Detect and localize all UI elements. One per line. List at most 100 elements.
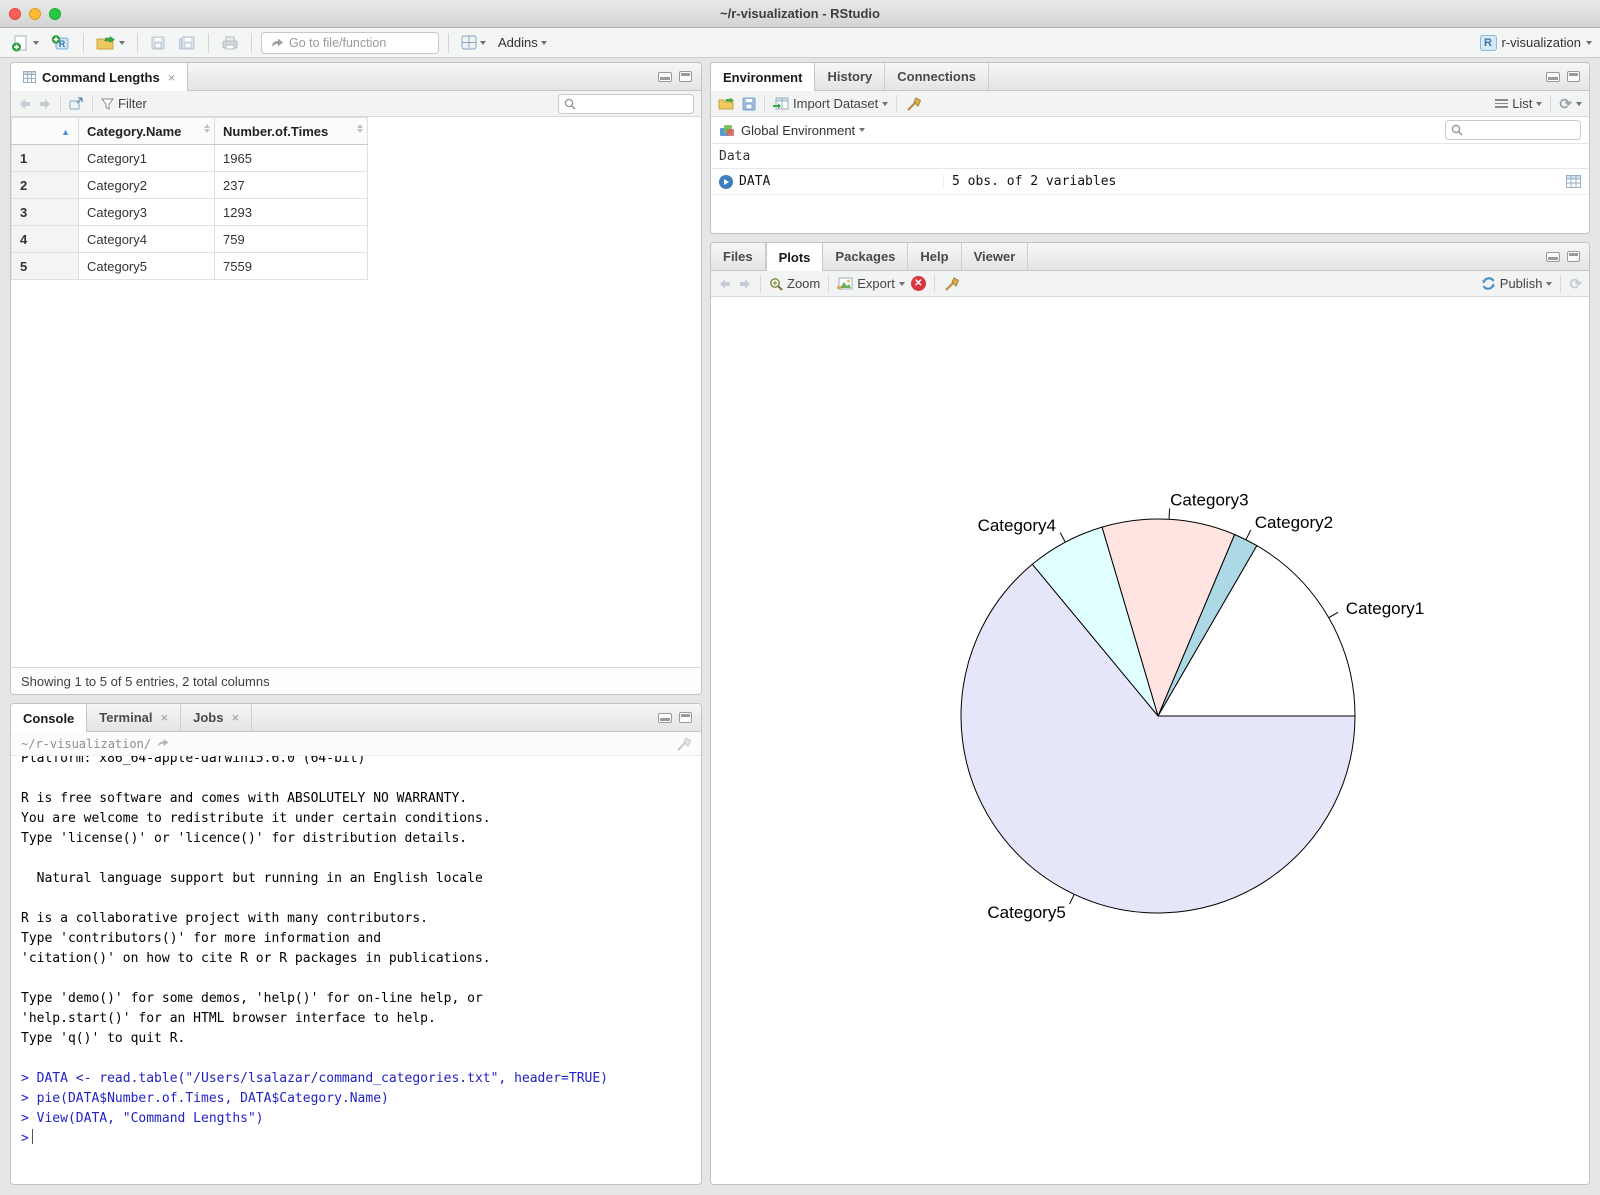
save-all-button[interactable] [175,33,199,53]
data-viewer-search-input[interactable] [580,96,688,111]
minimize-pane-icon[interactable] [658,712,672,723]
tab-packages[interactable]: Packages [823,243,909,270]
goto-file-search[interactable] [261,31,439,54]
console-output-line: R is a collaborative project with many c… [21,911,428,926]
console-output[interactable]: Platform: x86_64-apple-darwin15.6.0 (64-… [11,756,701,1184]
tab-history[interactable]: History [815,63,886,90]
plot-area: Category1 Category2 Category3 Category4 Cate… [711,297,1589,1184]
import-dataset-button[interactable]: Import Dataset [773,96,889,111]
plots-toolbar: Zoom Export ✕ Publish ⟳ [711,271,1589,297]
save-workspace-button[interactable] [742,97,756,111]
tab-viewer[interactable]: Viewer [962,243,1029,270]
table-row[interactable]: 4 Category4 759 [11,225,368,253]
tab-connections[interactable]: Connections [885,63,989,90]
table-row[interactable]: 1 Category1 1965 [11,144,368,172]
close-tab-icon[interactable]: × [231,710,239,725]
popout-window-button[interactable] [69,97,84,110]
print-button[interactable] [218,33,242,53]
left-column: Command Lengths × Filter ▲ Category.Name… [10,62,702,1185]
data-table-icon [23,71,36,83]
column-header-category-name[interactable]: Category.Name [78,117,215,145]
project-caret-icon [1586,40,1592,45]
table-row[interactable]: 2 Category2 237 [11,171,368,199]
refresh-caret-icon [1576,101,1582,106]
new-file-icon [12,35,27,51]
clear-plots-broom-icon[interactable] [943,276,959,291]
data-viewer-search[interactable] [558,93,694,114]
open-file-button[interactable] [93,33,128,53]
previous-plot-button[interactable] [718,278,732,290]
tab-plots[interactable]: Plots [765,243,824,271]
table-header-row: ▲ Category.Name Number.of.Times [11,117,368,145]
view-data-icon[interactable] [1566,175,1581,188]
environment-scope-button[interactable]: Global Environment [741,123,866,138]
tab-command-lengths[interactable]: Command Lengths × [11,63,189,91]
maximize-pane-icon[interactable] [679,712,692,723]
save-button[interactable] [147,33,169,53]
environment-search[interactable] [1445,120,1581,140]
project-label: r-visualization [1501,35,1581,50]
back-button[interactable] [18,98,32,110]
clear-environment-broom-icon[interactable] [905,96,922,111]
import-dataset-label: Import Dataset [793,96,879,111]
minimize-pane-icon[interactable] [1546,71,1560,82]
filter-button[interactable]: Filter [101,96,147,111]
clear-console-broom-icon[interactable] [675,736,691,751]
goto-directory-icon[interactable] [156,738,170,749]
table-row[interactable]: 5 Category5 7559 [11,252,368,280]
pane-layout-button[interactable] [458,33,489,52]
close-tab-icon[interactable]: × [161,710,169,725]
pie-label-tick [1245,529,1252,540]
maximize-pane-icon[interactable] [1567,251,1580,262]
tab-environment[interactable]: Environment [711,63,816,91]
refresh-plot-icon[interactable]: ⟳ [1569,275,1582,293]
list-view-button[interactable]: List [1495,96,1543,111]
minimize-pane-icon[interactable] [658,71,672,82]
new-project-button[interactable]: R [48,32,74,54]
environment-object-row[interactable]: DATA 5 obs. of 2 variables [711,169,1589,195]
import-dataset-icon [773,97,789,110]
close-tab-icon[interactable]: × [168,70,176,85]
console-output-line: You are welcome to redistribute it under… [21,811,491,826]
tab-help[interactable]: Help [908,243,962,270]
forward-arrow-icon [40,98,50,109]
environment-search-input[interactable] [1467,123,1575,137]
goto-file-input[interactable] [289,35,419,50]
popout-icon [69,97,83,110]
tab-console[interactable]: Console [11,704,88,732]
publish-button[interactable]: Publish [1481,276,1553,291]
tab-terminal[interactable]: Terminal × [87,704,182,731]
tab-label: Console [23,710,75,726]
table-cell: 3 [11,198,79,226]
forward-button[interactable] [38,98,52,110]
pie-label-category1: Category1 [1346,599,1424,618]
export-plot-button[interactable]: Export [837,276,905,291]
import-dataset-caret-icon [882,101,889,106]
row-number-header[interactable]: ▲ [11,117,79,145]
table-status-bar: Showing 1 to 5 of 5 entries, 2 total col… [11,667,701,694]
pie-label-category4: Category4 [978,516,1056,535]
tab-jobs[interactable]: Jobs × [181,704,253,731]
remove-plot-icon[interactable]: ✕ [910,276,926,291]
column-label: Number.of.Times [223,123,329,139]
addins-button[interactable]: Addins [495,33,550,52]
toolbar-separator [208,32,209,53]
new-file-button[interactable] [8,32,42,54]
minimize-pane-icon[interactable] [1546,251,1560,262]
console-prompt-line[interactable]: > [21,1129,701,1149]
toolbar-separator [1550,95,1552,112]
expand-object-icon[interactable] [719,174,733,189]
refresh-environment-button[interactable]: ⟳ [1559,95,1582,113]
table-row[interactable]: 3 Category3 1293 [11,198,368,226]
column-header-number-of-times[interactable]: Number.of.Times [214,117,368,145]
goto-arrow-icon [272,38,283,47]
maximize-pane-icon[interactable] [1567,71,1580,82]
zoom-plot-button[interactable]: Zoom [769,276,820,291]
next-plot-button[interactable] [738,278,752,290]
maximize-pane-icon[interactable] [679,71,692,82]
tab-files[interactable]: Files [711,243,766,270]
project-menu-button[interactable]: R r-visualization [1479,34,1592,51]
load-workspace-button[interactable] [718,97,736,111]
